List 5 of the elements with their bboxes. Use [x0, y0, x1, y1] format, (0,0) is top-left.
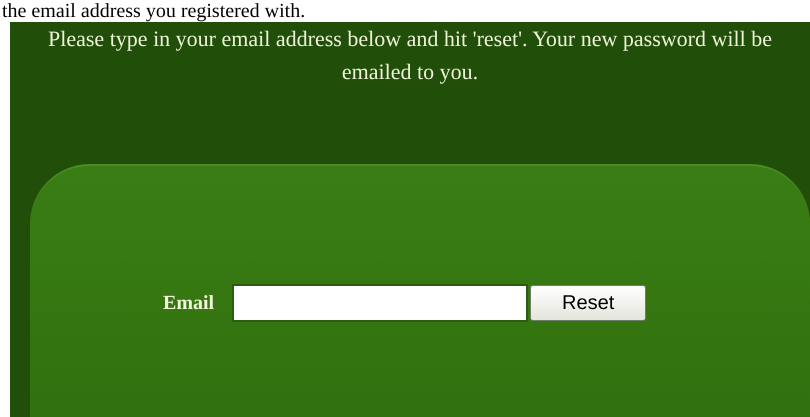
- reset-button[interactable]: Reset: [530, 285, 646, 321]
- email-field[interactable]: [232, 284, 528, 322]
- instructions-text: Please type in your email address below and hit 'reset'. Your new password will be emailed to you.: [46, 25, 773, 86]
- email-label: Email: [163, 292, 214, 314]
- intro-text: the email address you registered with.: [1, 0, 306, 22]
